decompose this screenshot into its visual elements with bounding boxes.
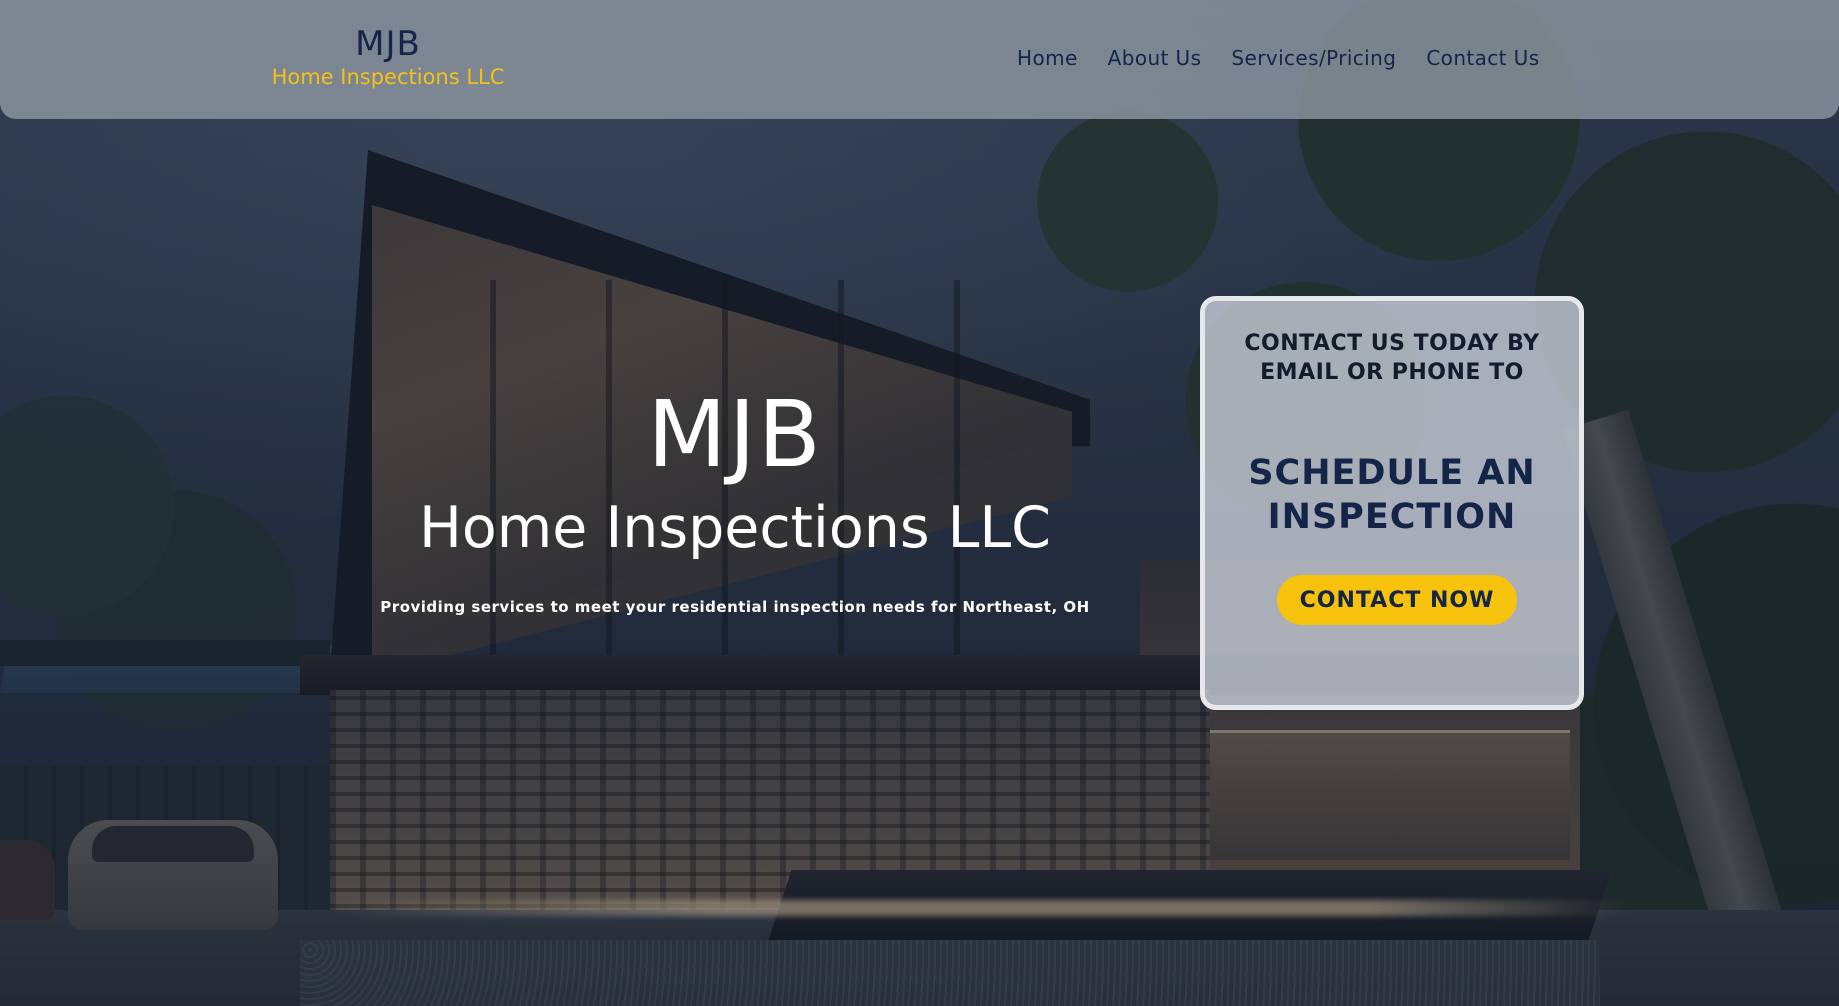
hero-title: MJB	[647, 381, 823, 488]
nav-home[interactable]: Home	[1017, 46, 1078, 70]
hero-subtitle: Home Inspections LLC	[419, 495, 1051, 561]
contact-now-button[interactable]: CONTACT NOW	[1277, 575, 1517, 625]
site-header: MJB Home Inspections LLC Home About Us S…	[0, 0, 1839, 119]
contact-cta-card: CONTACT US TODAY BY EMAIL OR PHONE TO SC…	[1200, 296, 1584, 710]
nav-services-pricing[interactable]: Services/Pricing	[1231, 46, 1396, 70]
nav-contact-us[interactable]: Contact Us	[1426, 46, 1539, 70]
nav-about-us[interactable]: About Us	[1108, 46, 1202, 70]
cta-headline: SCHEDULE AN INSPECTION	[1248, 453, 1536, 537]
main-nav: Home About Us Services/Pricing Contact U…	[1017, 46, 1540, 70]
cta-intro-text: CONTACT US TODAY BY EMAIL OR PHONE TO	[1244, 331, 1540, 385]
logo-subtitle: Home Inspections LLC	[271, 65, 505, 89]
hero-heading: MJB Home Inspections LLC	[340, 380, 1130, 564]
logo-title: MJB	[355, 24, 421, 64]
hero-tagline: Providing services to meet your resident…	[380, 598, 1090, 616]
site-logo[interactable]: MJB Home Inspections LLC	[258, 24, 518, 90]
